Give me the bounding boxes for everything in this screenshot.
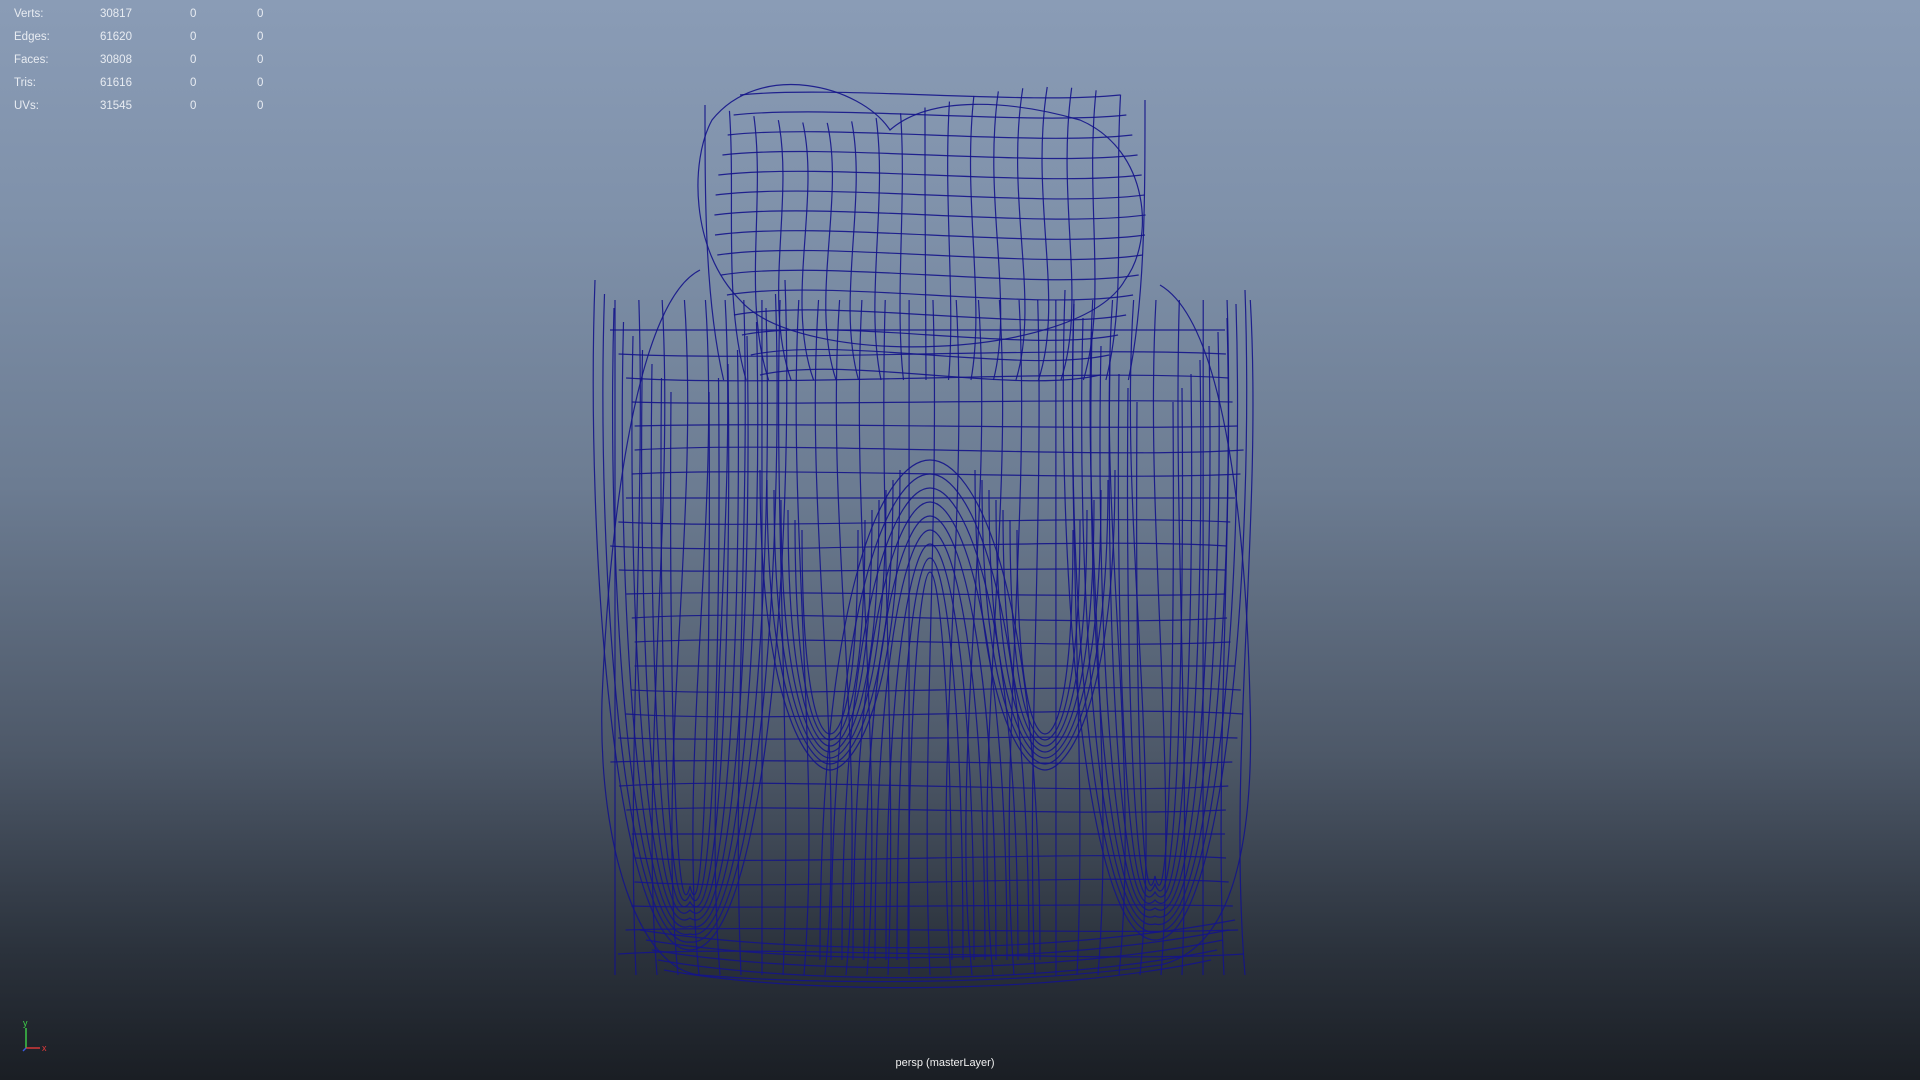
body-band (634, 424, 1238, 428)
body-strand (926, 299, 936, 976)
crown-ring (739, 91, 1121, 99)
body-band (626, 592, 1226, 596)
inner-loop (1016, 529, 1074, 735)
body-strand (1202, 299, 1204, 976)
inner-loop (780, 499, 880, 753)
body-strand (778, 299, 787, 976)
hud-row-edges: Edges: 61620 0 0 (14, 26, 284, 49)
root-loop (621, 321, 759, 928)
crown-meridian (849, 121, 860, 381)
crown-ring (714, 210, 1146, 220)
hud-row-faces: Faces: 30808 0 0 (14, 49, 284, 72)
body-band (626, 374, 1229, 382)
body-band (631, 400, 1233, 404)
z-axis-line (22, 1047, 27, 1052)
body-strand (795, 299, 810, 976)
body-strand (671, 299, 689, 976)
crown-ring (717, 249, 1143, 261)
crown-ring (722, 150, 1138, 160)
y-axis-label: y (23, 1018, 28, 1028)
body-strand (835, 299, 853, 976)
hud-extra: 0 (257, 54, 264, 66)
root-loop (641, 349, 739, 914)
poly-count-hud: Verts: 30817 0 0 Edges: 61620 0 0 Faces:… (14, 3, 284, 118)
hud-selected: 0 (190, 100, 197, 112)
hud-selected: 0 (190, 77, 197, 89)
root-loop (1071, 303, 1239, 933)
root-loop (1099, 345, 1211, 911)
hud-selected: 0 (190, 8, 197, 20)
body-band (634, 639, 1231, 645)
hud-extra: 0 (257, 8, 264, 20)
tooth-wireframe-mesh[interactable] (0, 0, 1920, 1080)
crown-meridian (947, 101, 952, 381)
hud-count: 61616 (100, 77, 132, 89)
hud-count: 31545 (100, 100, 132, 112)
crown-ring (727, 131, 1133, 139)
inner-loop (787, 509, 873, 747)
hud-label: Faces: (14, 54, 49, 66)
crown-meridian (1127, 99, 1146, 381)
crown-ring (721, 269, 1139, 281)
root-loop (631, 335, 749, 921)
axis-gizmo-icon: y x (22, 1018, 47, 1053)
hud-count: 30808 (100, 54, 132, 66)
crown-outline (697, 84, 1143, 348)
inner-loop (801, 529, 859, 735)
body-strand (714, 299, 729, 976)
hud-extra: 0 (257, 100, 264, 112)
body-band (618, 782, 1229, 790)
hud-label: Tris: (14, 77, 36, 89)
hud-extra: 0 (257, 31, 264, 43)
crown-meridian (1037, 86, 1050, 381)
root-arch (885, 543, 975, 961)
crown-ring (741, 329, 1119, 341)
root-arch (907, 571, 953, 961)
hud-label: Verts: (14, 8, 44, 20)
crown-meridian (801, 122, 815, 381)
hud-extra: 0 (257, 77, 264, 89)
hud-row-tris: Tris: 61616 0 0 (14, 72, 284, 95)
hud-label: UVs: (14, 100, 39, 112)
crown-ring (714, 230, 1146, 240)
root-loop (660, 377, 720, 902)
crown-ring (733, 309, 1127, 321)
crown-meridian (992, 91, 1002, 381)
crown-meridian (899, 113, 905, 381)
hud-count: 61620 (100, 31, 132, 43)
hud-selected: 0 (190, 31, 197, 43)
root-loop (670, 391, 710, 896)
hud-row-verts: Verts: 30817 0 0 (14, 3, 284, 26)
hud-count: 30817 (100, 8, 132, 20)
root-loop (602, 293, 778, 943)
hud-row-uvs: UVs: 31545 0 0 (14, 95, 284, 118)
root-loop (1126, 387, 1184, 892)
crown-ring (715, 190, 1145, 200)
crown-meridian (728, 110, 747, 381)
crown-meridian (1082, 90, 1097, 381)
crown-meridian (874, 117, 882, 381)
root-loop (1108, 359, 1202, 904)
body-band (625, 710, 1244, 718)
body-strand (814, 299, 832, 976)
camera-label: persp (masterLayer) (895, 1057, 995, 1069)
body-band (631, 687, 1241, 693)
crown-meridian (1060, 87, 1073, 381)
body-strand (692, 299, 710, 976)
crown-meridian (924, 107, 927, 381)
x-axis-label: x (42, 1043, 47, 1053)
maya-viewport[interactable]: Verts: 30817 0 0 Edges: 61620 0 0 Faces:… (0, 0, 1920, 1080)
body-band (631, 471, 1241, 477)
inner-loop (988, 489, 1102, 759)
hud-label: Edges: (14, 31, 50, 43)
body-band (618, 519, 1231, 525)
body-band (634, 446, 1244, 454)
crown-ring (718, 170, 1142, 180)
hud-selected: 0 (190, 54, 197, 66)
body-band (610, 760, 1233, 764)
body-band (618, 351, 1226, 357)
root-loop (1090, 331, 1220, 918)
